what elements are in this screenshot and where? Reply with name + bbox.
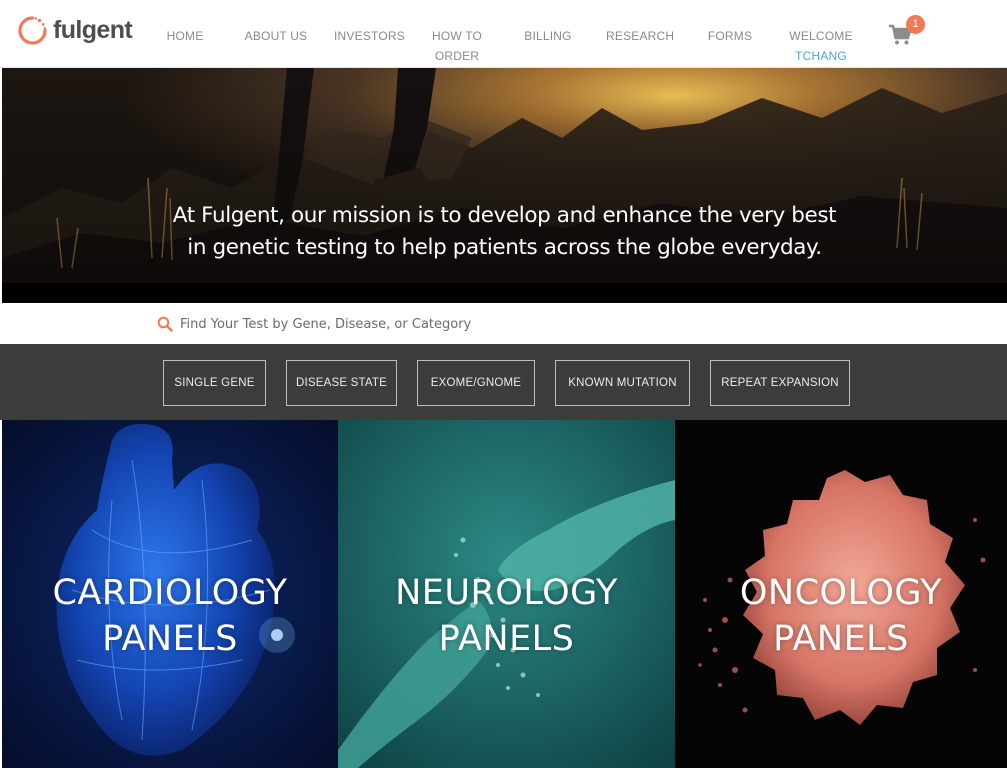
site-header: fulgent HOME ABOUT US INVESTORS HOW TO O… [0,0,1007,68]
hero-bottom-bar [2,283,1007,303]
hero-mission-statement: At Fulgent, our mission is to develop an… [2,200,1007,264]
neurology-panel-card[interactable]: NEUROLOGY PANELS [338,420,675,768]
cardiology-title-line1: CARDIOLOGY [52,573,288,613]
disease-state-button[interactable]: DISEASE STATE [286,360,397,406]
single-gene-button[interactable]: SINGLE GENE [163,360,266,406]
oncology-panel-card[interactable]: ONCOLOGY PANELS [675,420,1007,768]
nav-home-label: HOME [166,29,204,43]
nav-investors[interactable]: INVESTORS [334,26,405,46]
oncology-title-line1: ONCOLOGY [739,573,943,613]
cardiology-title-line2: PANELS [102,619,238,659]
nav-billing[interactable]: BILLING [524,26,572,46]
neurology-panel-title: NEUROLOGY PANELS [338,570,675,662]
nav-forms[interactable]: FORMS [707,26,753,46]
nav-billing-label: BILLING [524,29,572,43]
neurology-title-line1: NEUROLOGY [395,573,618,613]
known-mutation-button[interactable]: KNOWN MUTATION [555,360,690,406]
nav-how-to-order[interactable]: HOW TO ORDER [430,26,484,66]
hero-background-image [2,68,1007,303]
oncology-title-line2: PANELS [773,619,909,659]
nav-research[interactable]: RESEARCH [606,26,674,46]
neurology-title-line2: PANELS [438,619,575,659]
hero-line-2: in genetic testing to help patients acro… [187,235,822,260]
test-category-bar: SINGLE GENE DISEASE STATE EXOME/GNOME KN… [0,344,1007,420]
nav-forms-label: FORMS [707,29,753,43]
cart-count-badge: 1 [906,15,925,34]
nav-about-us[interactable]: ABOUT US [244,26,308,46]
test-search-input[interactable] [180,311,780,337]
search-icon[interactable] [157,316,173,332]
test-search-bar [0,303,1007,344]
main-nav: HOME ABOUT US INVESTORS HOW TO ORDER BIL… [0,26,1007,66]
exome-gnome-button[interactable]: EXOME/GNOME [417,360,535,406]
nav-username: TCHANG [795,49,847,63]
hero-line-1: At Fulgent, our mission is to develop an… [172,203,837,228]
nav-how-to-order-line1: HOW TO [431,29,483,43]
nav-investors-label: INVESTORS [334,29,405,43]
repeat-expansion-button[interactable]: REPEAT EXPANSION [710,360,850,406]
hero-banner: At Fulgent, our mission is to develop an… [2,68,1007,303]
nav-how-to-order-line2: ORDER [434,49,480,63]
nav-research-label: RESEARCH [606,29,675,43]
nav-welcome-user[interactable]: WELCOME TCHANG [788,26,854,66]
specialty-panels: CARDIOLOGY PANELS NEUROLOGY PANELS ONCOL… [2,420,1007,768]
nav-welcome-label: WELCOME [789,29,853,43]
oncology-panel-title: ONCOLOGY PANELS [675,570,1007,662]
nav-about-us-label: ABOUT US [244,29,308,43]
nav-home[interactable]: HOME [166,26,204,46]
cardiology-panel-title: CARDIOLOGY PANELS [2,570,338,662]
cardiology-panel-card[interactable]: CARDIOLOGY PANELS [2,420,338,768]
